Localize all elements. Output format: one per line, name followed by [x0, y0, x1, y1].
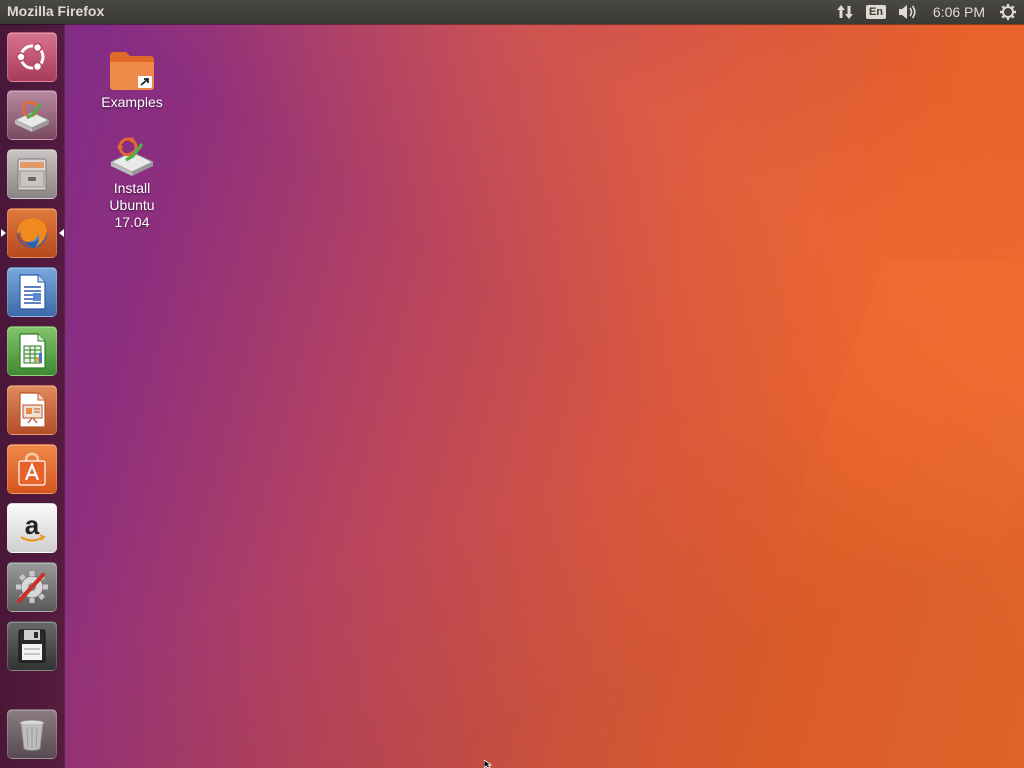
- folder-link-icon: [110, 52, 154, 90]
- floppy-disk-icon: [18, 629, 46, 663]
- desktop-icon-label-line: Ubuntu: [109, 197, 155, 213]
- launcher-ubuntu-software[interactable]: [7, 444, 57, 494]
- svg-text:a: a: [25, 510, 40, 540]
- settings-wrench-gear-icon: [16, 571, 48, 603]
- launcher-install-ubuntu[interactable]: [7, 90, 57, 140]
- launcher-files[interactable]: [7, 149, 57, 199]
- launcher-removable-drive[interactable]: [7, 621, 57, 671]
- launcher-firefox[interactable]: [7, 208, 57, 258]
- desktop-icon-label-line: Install: [113, 180, 151, 196]
- network-updown-icon[interactable]: [834, 0, 856, 24]
- volume-icon[interactable]: [896, 0, 920, 24]
- session-gear-icon[interactable]: [996, 0, 1020, 24]
- mouse-cursor-icon: [484, 760, 493, 768]
- desktop-wallpaper[interactable]: [0, 0, 1024, 768]
- keyboard-layout-icon[interactable]: En: [865, 0, 887, 24]
- launcher-trash[interactable]: [7, 709, 57, 759]
- desktop-icon-label: Examples: [101, 94, 163, 110]
- launcher-system-settings[interactable]: [7, 562, 57, 612]
- launcher: a: [0, 24, 65, 768]
- file-cabinet-icon: [17, 158, 47, 191]
- software-bag-icon: [18, 452, 46, 486]
- desktop-icon-examples[interactable]: Examples: [92, 48, 172, 111]
- writer-document-icon: [19, 274, 46, 310]
- ubuntu-logo-icon: [16, 42, 45, 72]
- firefox-icon: [17, 218, 47, 248]
- amazon-icon: a: [20, 510, 46, 542]
- calc-spreadsheet-icon: [19, 333, 46, 369]
- top-panel: Mozilla Firefox En 6:06 PM: [0, 0, 1024, 24]
- launcher-dash-home[interactable]: [7, 32, 57, 82]
- installer-icon: [13, 100, 51, 132]
- clock[interactable]: 6:06 PM: [928, 0, 990, 24]
- desktop-icon-label-line: 17.04: [114, 214, 150, 230]
- installer-icon: [109, 137, 155, 176]
- launcher-amazon[interactable]: a: [7, 503, 57, 553]
- launcher-libreoffice-writer[interactable]: [7, 267, 57, 317]
- trash-icon: [19, 719, 45, 751]
- active-indicator-right: [59, 229, 64, 237]
- app-title: Mozilla Firefox: [7, 3, 105, 19]
- launcher-libreoffice-calc[interactable]: [7, 326, 57, 376]
- launcher-libreoffice-impress[interactable]: [7, 385, 57, 435]
- keyboard-layout-label: En: [865, 5, 887, 19]
- desktop-icon-install-ubuntu[interactable]: Install Ubuntu 17.04: [92, 134, 172, 231]
- impress-presentation-icon: [19, 392, 46, 428]
- active-indicator-left: [1, 229, 6, 237]
